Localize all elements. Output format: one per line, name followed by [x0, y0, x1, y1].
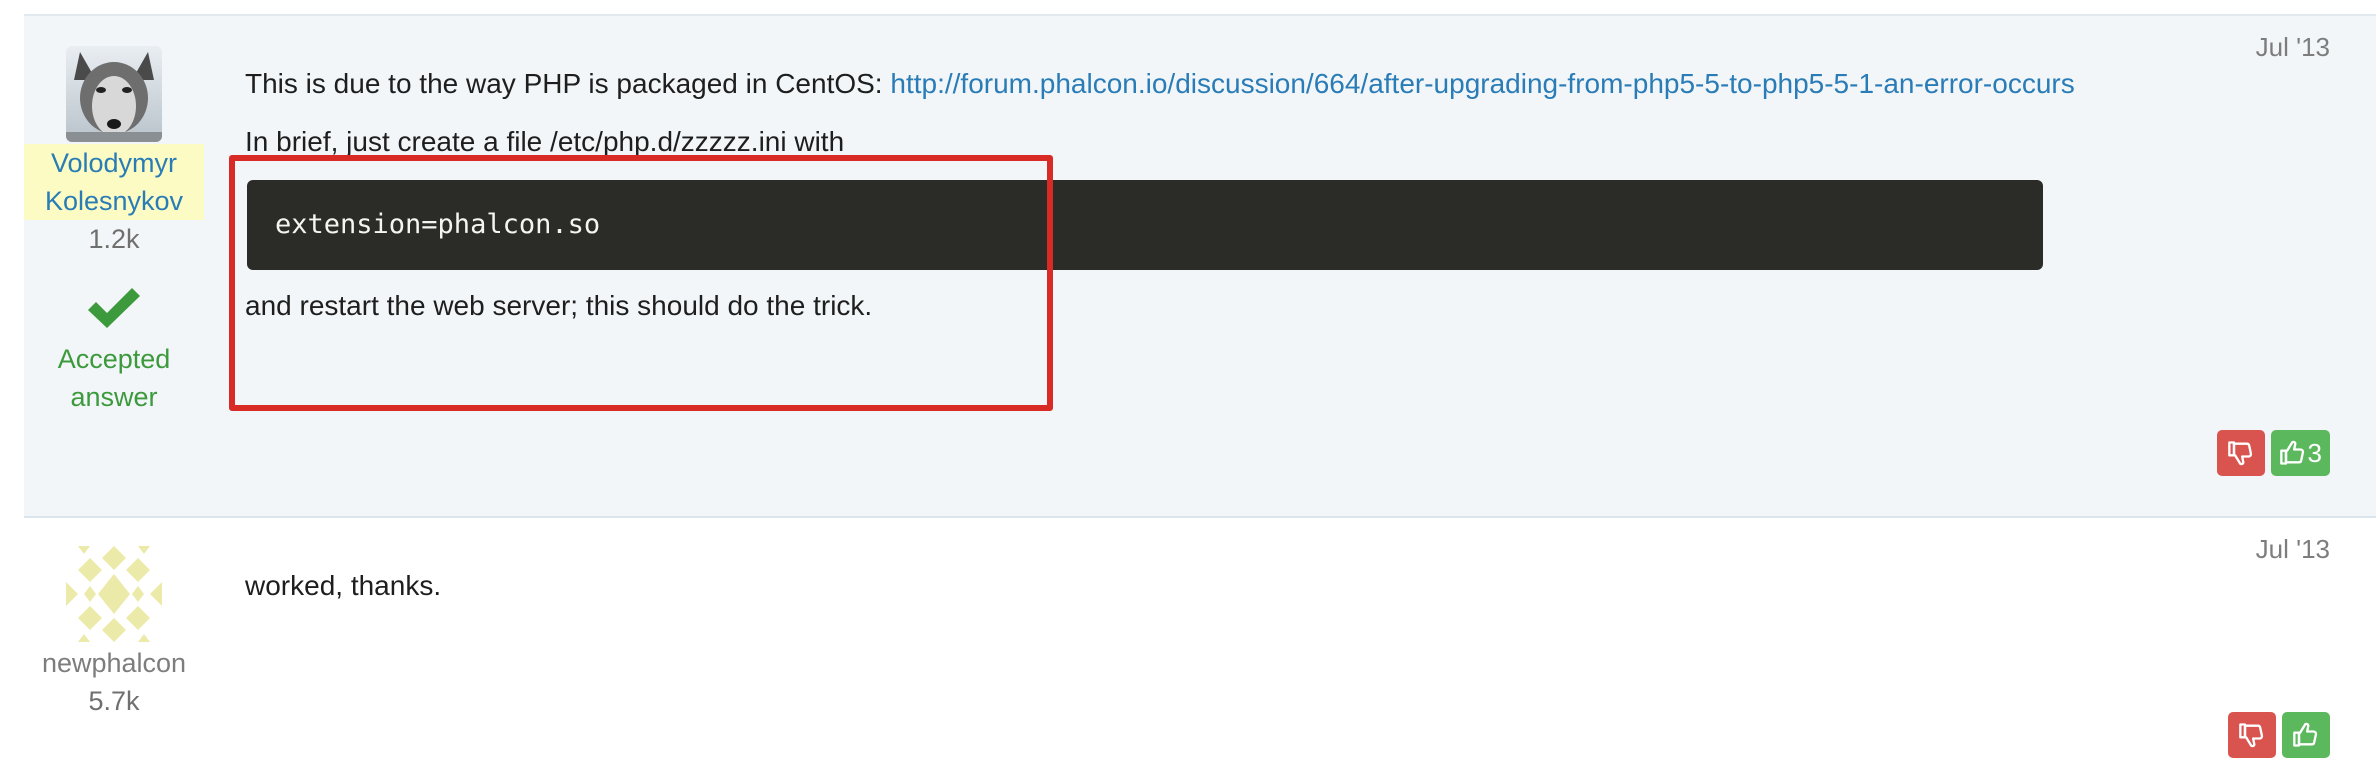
- vote-down-button[interactable]: [2216, 430, 2265, 476]
- thumbs-up-icon: [2279, 440, 2304, 465]
- brief-paragraph: In brief, just create a file /etc/php.d/…: [245, 126, 845, 157]
- intro-paragraph: This is due to the way PHP is packaged i…: [245, 64, 2075, 104]
- vote-buttons: [2228, 712, 2330, 758]
- post-date[interactable]: Jul '13: [2256, 534, 2330, 565]
- answer-post: newphalcon 5.7k Jul '13 worked, thanks.: [24, 518, 2376, 770]
- author-column: Volodymyr Kolesnykov 1.2k Accepted answe…: [24, 46, 204, 416]
- vote-up-button[interactable]: 3: [2270, 430, 2330, 476]
- code-block: extension=phalcon.so: [247, 180, 2043, 270]
- post-date[interactable]: Jul '13: [2256, 32, 2330, 63]
- post-body: This is due to the way PHP is packaged i…: [245, 64, 2075, 326]
- author-column: newphalcon 5.7k: [24, 546, 204, 720]
- thumbs-down-icon: [2239, 723, 2264, 748]
- vote-up-count: 3: [2307, 437, 2322, 468]
- thumbs-down-icon: [2227, 441, 2252, 466]
- author-name-link[interactable]: Volodymyr Kolesnykov: [24, 144, 204, 220]
- discussion-link[interactable]: http://forum.phalcon.io/discussion/664/a…: [890, 68, 2074, 99]
- body-paragraph: worked, thanks.: [245, 570, 442, 601]
- author-avatar[interactable]: [66, 546, 162, 642]
- accepted-answer-label: Accepted answer: [57, 344, 171, 412]
- vote-up-button[interactable]: [2282, 712, 2330, 758]
- answer-post-accepted: Volodymyr Kolesnykov 1.2k Accepted answe…: [24, 14, 2376, 518]
- author-reputation: 5.7k: [88, 686, 140, 716]
- post-body: worked, thanks.: [245, 566, 2075, 606]
- outro-paragraph: and restart the web server; this should …: [245, 290, 873, 321]
- author-reputation: 1.2k: [88, 224, 140, 254]
- author-name-link[interactable]: newphalcon: [38, 644, 190, 682]
- thumbs-up-icon: [2293, 722, 2318, 747]
- checkmark-icon: [88, 288, 140, 328]
- intro-text: This is due to the way PHP is packaged i…: [245, 68, 891, 99]
- author-avatar[interactable]: [66, 46, 162, 142]
- vote-buttons: 3: [2216, 430, 2330, 476]
- vote-down-button[interactable]: [2228, 712, 2276, 758]
